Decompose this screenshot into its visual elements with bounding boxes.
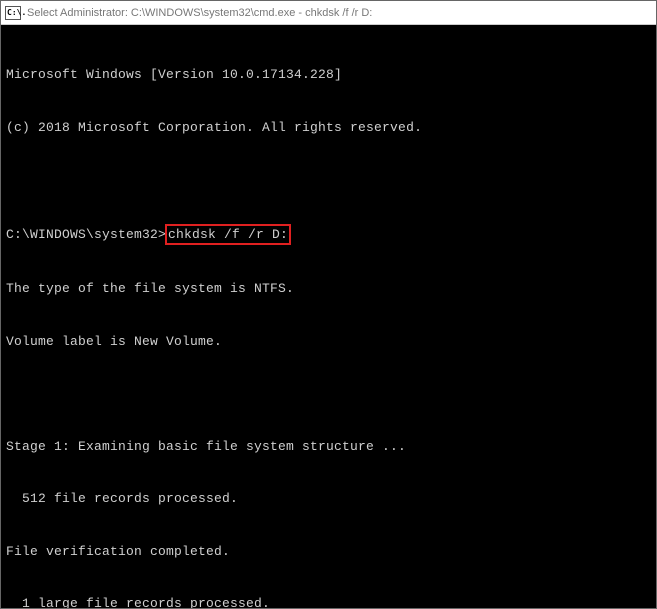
output-line: Microsoft Windows [Version 10.0.17134.22… <box>6 66 651 84</box>
output-line: Volume label is New Volume. <box>6 333 651 351</box>
output-line: 512 file records processed. <box>6 490 651 508</box>
highlighted-command: chkdsk /f /r D: <box>165 224 291 246</box>
cmd-window: C:\. Select Administrator: C:\WINDOWS\sy… <box>0 0 657 609</box>
prompt-line: C:\WINDOWS\system32>chkdsk /f /r D: <box>6 224 651 246</box>
output-line: The type of the file system is NTFS. <box>6 280 651 298</box>
output-line: 1 large file records processed. <box>6 595 651 608</box>
cmd-icon: C:\. <box>5 6 21 20</box>
titlebar-title: Select Administrator: C:\WINDOWS\system3… <box>27 7 652 19</box>
output-line: File verification completed. <box>6 543 651 561</box>
terminal-output[interactable]: Microsoft Windows [Version 10.0.17134.22… <box>1 25 656 608</box>
output-line <box>6 171 651 189</box>
output-line <box>6 385 651 403</box>
titlebar[interactable]: C:\. Select Administrator: C:\WINDOWS\sy… <box>1 1 656 25</box>
prompt-path: C:\WINDOWS\system32> <box>6 226 166 244</box>
output-line: Stage 1: Examining basic file system str… <box>6 438 651 456</box>
output-line: (c) 2018 Microsoft Corporation. All righ… <box>6 119 651 137</box>
